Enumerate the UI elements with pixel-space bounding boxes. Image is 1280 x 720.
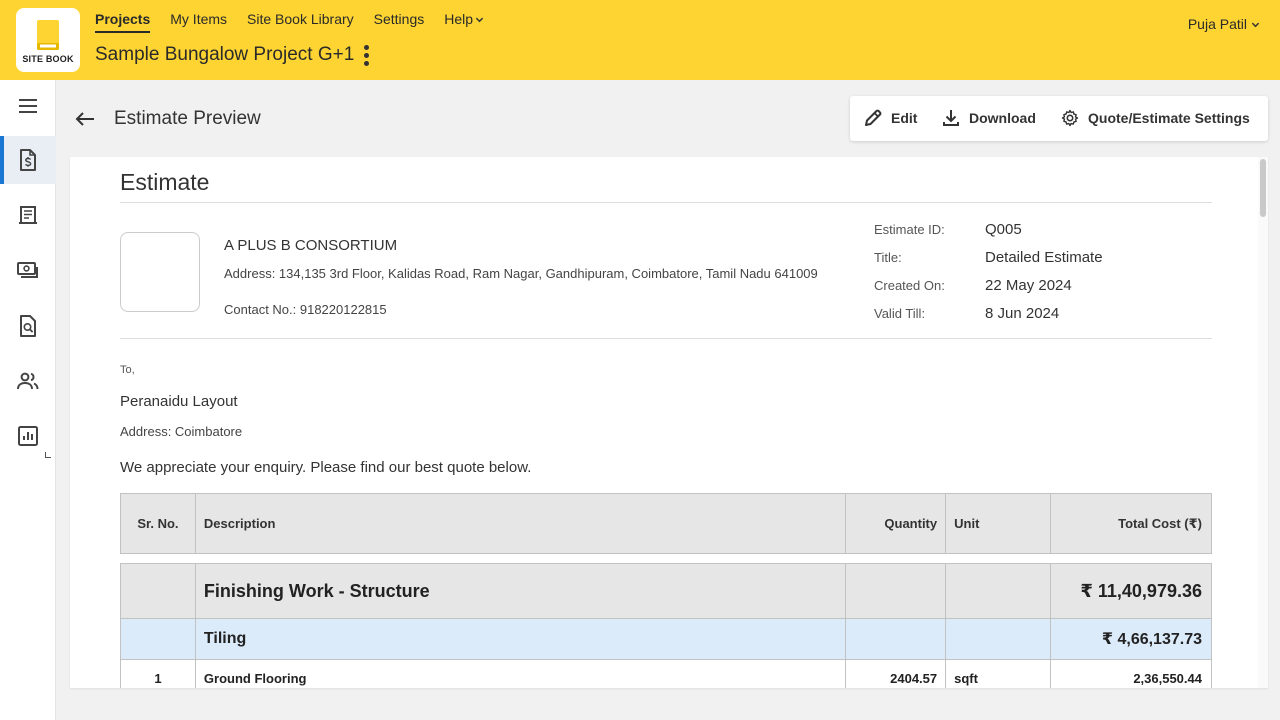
estimate-document: Estimate A PLUS B CONSORTIUM Address: 13… xyxy=(70,157,1268,688)
document-search-icon xyxy=(20,315,36,337)
main-nav: Projects My Items Site Book Library Sett… xyxy=(95,11,484,33)
row-unit: sqft xyxy=(945,659,1052,688)
sidebar-item-items[interactable] xyxy=(0,191,56,239)
estimate-table: Sr. No. Description Quantity Unit Total … xyxy=(120,493,1212,688)
action-toolbar: Edit Download Quote/Estimate Settings xyxy=(850,96,1268,141)
divider xyxy=(120,338,1212,339)
pencil-icon xyxy=(865,109,882,126)
estimate-document-icon xyxy=(20,149,36,171)
meta-value: 22 May 2024 xyxy=(985,277,1072,294)
ledger-icon xyxy=(19,206,37,224)
edit-label: Edit xyxy=(891,110,918,126)
sidebar-item-reports[interactable] xyxy=(0,302,56,350)
bar-chart-icon xyxy=(18,426,38,446)
subsection-sr xyxy=(120,618,196,660)
section-row: Finishing Work - Structure ₹ 11,40,979.3… xyxy=(120,563,1212,619)
nav-help-label: Help xyxy=(444,11,474,27)
download-icon xyxy=(943,110,959,126)
project-title: Sample Bungalow Project G+1 xyxy=(95,44,373,66)
meta-value: Q005 xyxy=(985,221,1022,238)
edit-button[interactable]: Edit xyxy=(863,108,917,128)
row-total: 2,36,550.44 xyxy=(1050,659,1212,688)
header-total-cost: Total Cost (₹) xyxy=(1050,493,1212,554)
header-sr-no: Sr. No. xyxy=(120,493,196,554)
meta-value: 8 Jun 2024 xyxy=(985,305,1060,322)
nav-projects[interactable]: Projects xyxy=(95,11,151,33)
subsection-unit xyxy=(945,618,1052,660)
meta-label: Title: xyxy=(874,250,902,265)
section-unit xyxy=(945,563,1052,619)
download-button[interactable]: Download xyxy=(941,108,1036,128)
spacer-row xyxy=(121,554,1212,564)
top-bar: SITE BOOK Projects My Items Site Book Li… xyxy=(0,0,1280,80)
subsection-row: Tiling ₹ 4,66,137.73 xyxy=(120,618,1212,660)
sidebar-item-payments[interactable] xyxy=(0,246,56,294)
back-button[interactable] xyxy=(72,106,98,132)
subsection-total: ₹ 4,66,137.73 xyxy=(1050,618,1212,660)
intro-text: We appreciate your enquiry. Please find … xyxy=(120,459,532,476)
project-title-text: Sample Bungalow Project G+1 xyxy=(95,44,355,65)
nav-site-book-library[interactable]: Site Book Library xyxy=(247,11,354,33)
chevron-down-icon xyxy=(1251,22,1260,27)
company-contact: Contact No.: 918220122815 xyxy=(224,302,387,317)
company-address: Address: 134,135 3rd Floor, Kalidas Road… xyxy=(224,266,818,281)
company-logo-placeholder xyxy=(120,232,200,312)
company-name: A PLUS B CONSORTIUM xyxy=(224,237,398,254)
download-label: Download xyxy=(969,110,1036,126)
book-icon xyxy=(35,19,61,51)
menu-toggle[interactable] xyxy=(0,82,56,130)
meta-value: Detailed Estimate xyxy=(985,249,1103,266)
sidebar-item-estimates[interactable] xyxy=(0,136,56,184)
table-header-row: Sr. No. Description Quantity Unit Total … xyxy=(120,493,1212,554)
chevron-down-icon xyxy=(475,17,484,23)
scrollbar-thumb[interactable] xyxy=(1260,159,1266,217)
hamburger-menu-icon xyxy=(19,99,37,113)
quote-settings-button[interactable]: Quote/Estimate Settings xyxy=(1060,108,1250,128)
meta-label: Valid Till: xyxy=(874,306,926,321)
section-sr xyxy=(120,563,196,619)
page-title: Estimate Preview xyxy=(114,108,261,129)
nav-help[interactable]: Help xyxy=(444,11,484,33)
client-address: Address: Coimbatore xyxy=(120,424,243,439)
divider xyxy=(120,202,1212,203)
section-quantity xyxy=(845,563,947,619)
arrow-left-icon xyxy=(75,112,94,126)
row-description: Ground Flooring xyxy=(194,659,847,688)
logo-text: SITE BOOK xyxy=(22,53,74,64)
document-heading: Estimate xyxy=(120,169,210,195)
nav-my-items[interactable]: My Items xyxy=(170,11,227,33)
header-quantity: Quantity xyxy=(845,493,947,554)
meta-label: Created On: xyxy=(874,278,945,293)
user-menu[interactable]: Puja Patil xyxy=(1188,16,1260,32)
header-unit: Unit xyxy=(945,493,1052,554)
subsection-title: Tiling xyxy=(194,618,847,660)
nav-settings[interactable]: Settings xyxy=(374,11,425,33)
sidebar-item-team[interactable] xyxy=(0,357,56,405)
row-quantity: 2404.57 xyxy=(845,659,947,688)
money-icon xyxy=(17,262,38,278)
section-total: ₹ 11,40,979.36 xyxy=(1050,563,1212,619)
subsection-quantity xyxy=(845,618,947,660)
section-title: Finishing Work - Structure xyxy=(194,563,847,619)
settings-label: Quote/Estimate Settings xyxy=(1088,110,1250,126)
to-label: To, xyxy=(120,364,135,376)
more-options-icon[interactable] xyxy=(360,44,373,66)
gear-icon xyxy=(1061,109,1079,127)
site-book-logo[interactable]: SITE BOOK xyxy=(16,8,80,72)
table-row: 1 Ground Flooring 2404.57 sqft 2,36,550.… xyxy=(120,659,1212,688)
meta-label: Estimate ID: xyxy=(874,222,945,237)
document-scrollbar[interactable] xyxy=(1258,157,1268,688)
client-name: Peranaidu Layout xyxy=(120,393,238,410)
user-name: Puja Patil xyxy=(1187,16,1247,32)
users-icon xyxy=(17,372,39,390)
expand-corner-icon[interactable] xyxy=(45,452,51,458)
row-sr-no: 1 xyxy=(120,659,196,688)
sidebar xyxy=(0,80,56,720)
header-description: Description xyxy=(194,493,847,554)
